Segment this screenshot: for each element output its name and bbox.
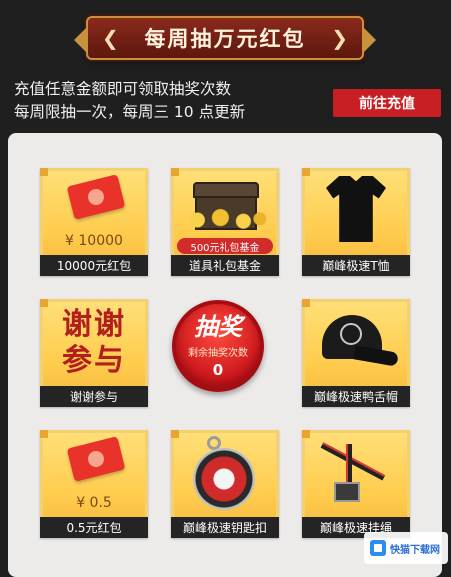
chevron-right-icon: ❯ <box>331 26 348 50</box>
prize-label: 巅峰极速鸭舌帽 <box>302 386 410 407</box>
prize-label: 巅峰极速钥匙扣 <box>171 517 279 538</box>
thanks-icon: 谢谢 参与 <box>62 307 126 379</box>
recharge-button[interactable]: 前往充值 <box>333 89 441 117</box>
rules-line-1: 充值任意金额即可领取抽奖次数 <box>14 80 232 98</box>
prize-card-tshirt: 巅峰极速T恤 <box>302 168 410 276</box>
prize-card-keychain: 巅峰极速钥匙扣 <box>171 430 279 538</box>
watermark: 快猫下载网 <box>364 532 448 564</box>
prize-card-10000-red-packet: ¥ 10000 10000元红包 <box>40 168 148 276</box>
thanks-text-1: 谢谢 <box>62 306 126 342</box>
prize-label: 巅峰极速T恤 <box>302 255 410 276</box>
thanks-text-2: 参与 <box>62 342 126 378</box>
prize-amount: ¥ 0.5 <box>76 495 112 511</box>
site-logo-icon <box>370 540 386 556</box>
draw-title: 抽奖 <box>194 312 242 341</box>
prize-amount: ¥ 10000 <box>65 233 123 249</box>
lanyard-icon <box>316 438 396 502</box>
red-packet-icon <box>66 174 126 220</box>
banner-title: 每周抽万元红包 <box>144 27 306 51</box>
prize-label: 10000元红包 <box>40 255 148 276</box>
prize-card-thanks: 谢谢 参与 谢谢参与 <box>40 299 148 407</box>
prize-card-0.5-red-packet: ¥ 0.5 0.5元红包 <box>40 430 148 538</box>
keychain-icon <box>193 448 255 510</box>
draw-count: 0 <box>212 360 224 379</box>
prize-card-lanyard: 巅峰极速挂绳 <box>302 430 410 538</box>
prize-card-item-fund: 500元礼包基金 道具礼包基金 <box>171 168 279 276</box>
coins-icon <box>179 208 271 232</box>
prize-label: 道具礼包基金 <box>171 255 279 276</box>
prize-card-cap: 巅峰极速鸭舌帽 <box>302 299 410 407</box>
watermark-text: 快猫下载网 <box>390 544 440 556</box>
chevron-left-icon: ❮ <box>102 26 119 50</box>
fund-tag: 500元礼包基金 <box>177 238 273 254</box>
rules-line-2: 每周限抽一次，每周三 10 点更新 <box>14 103 246 121</box>
prize-label: 0.5元红包 <box>40 517 148 538</box>
title-banner: ❮ 每周抽万元红包 ❯ <box>74 16 376 60</box>
draw-subtitle: 剩余抽奖次数 <box>188 347 248 359</box>
draw-button[interactable]: 抽奖 剩余抽奖次数 0 <box>172 300 264 392</box>
rules-text: 充值任意金额即可领取抽奖次数 每周限抽一次，每周三 10 点更新 <box>14 78 245 124</box>
tshirt-icon <box>326 176 386 242</box>
prize-label: 谢谢参与 <box>40 386 148 407</box>
red-packet-icon <box>66 436 126 482</box>
